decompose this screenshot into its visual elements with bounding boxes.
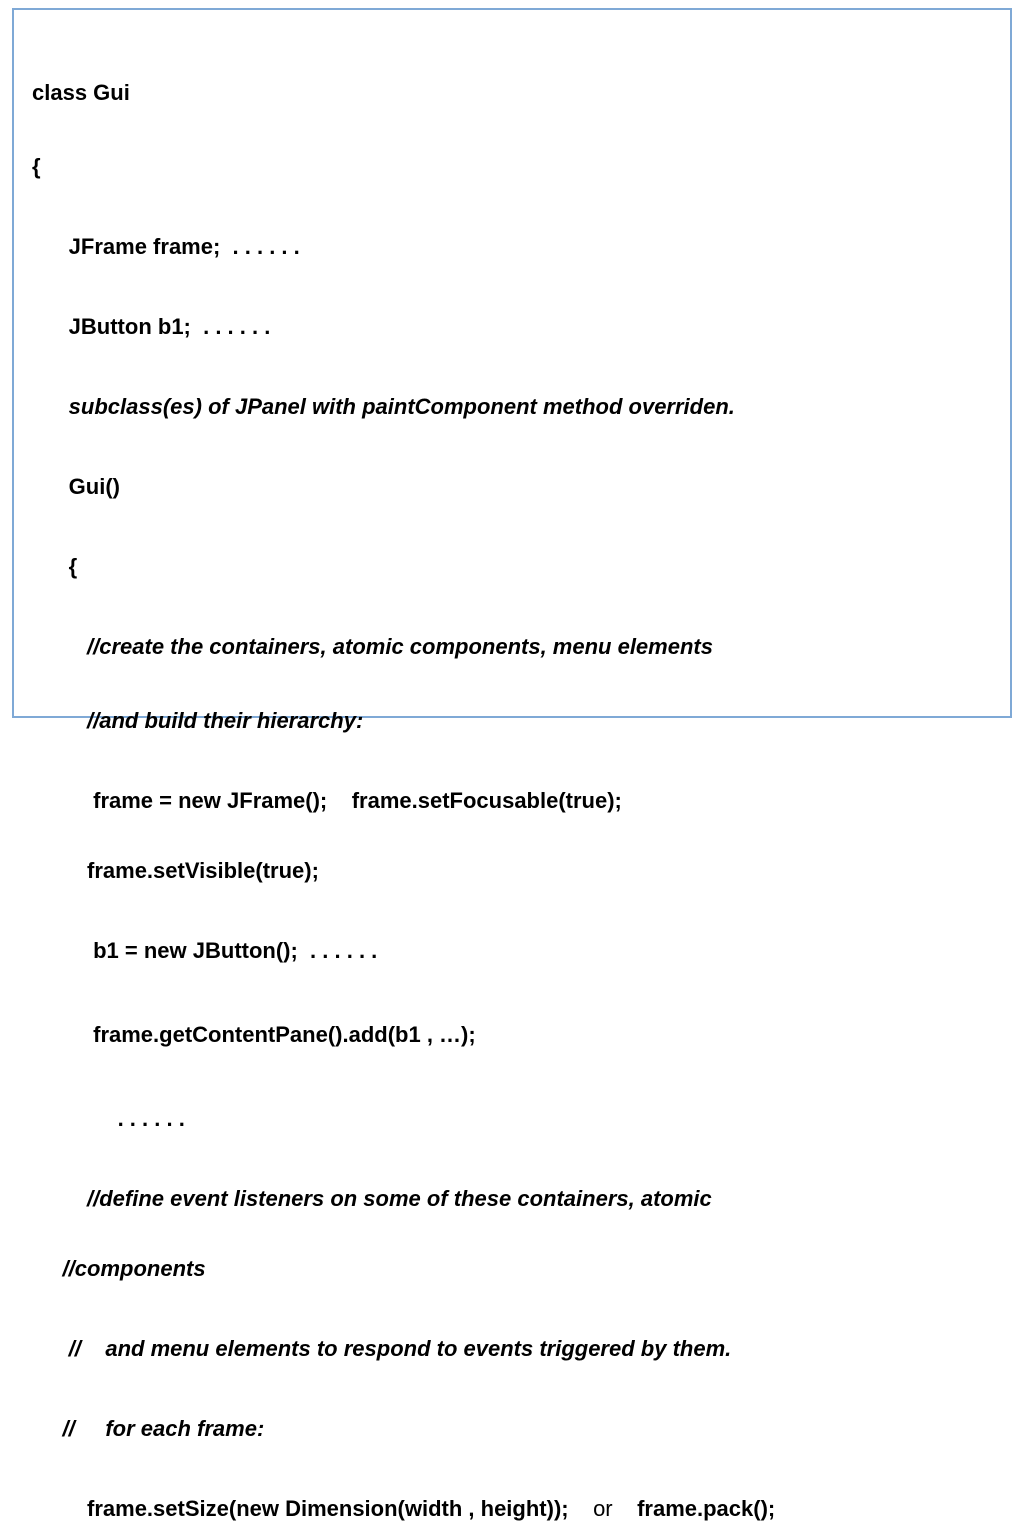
- code-line: . . . . . .: [32, 1108, 992, 1130]
- code-line: {: [32, 156, 992, 178]
- code-line: // for each frame:: [32, 1418, 992, 1440]
- code-line: JFrame frame; . . . . . .: [32, 236, 992, 258]
- code-text: frame.setSize(new Dimension(width , heig…: [32, 1496, 593, 1521]
- code-text-plain: or: [593, 1496, 613, 1521]
- slide-frame: class Gui { JFrame frame; . . . . . . JB…: [12, 8, 1012, 718]
- code-line: frame = new JFrame(); frame.setFocusable…: [32, 790, 992, 812]
- code-line: subclass(es) of JPanel with paintCompone…: [32, 396, 992, 418]
- code-text: frame.pack();: [613, 1496, 776, 1521]
- code-line: {: [32, 556, 992, 578]
- code-line: //define event listeners on some of thes…: [32, 1188, 992, 1210]
- code-line: //and build their hierarchy:: [32, 710, 992, 732]
- code-line: //components: [32, 1258, 992, 1280]
- code-line: Gui(): [32, 476, 992, 498]
- code-line: class Gui: [32, 82, 992, 104]
- code-line: JButton b1; . . . . . .: [32, 316, 992, 338]
- code-line: frame.setSize(new Dimension(width , heig…: [32, 1498, 992, 1520]
- code-line: // and menu elements to respond to event…: [32, 1338, 992, 1360]
- code-line: //create the containers, atomic componen…: [32, 636, 992, 658]
- code-block: class Gui { JFrame frame; . . . . . . JB…: [32, 38, 992, 1536]
- code-line: frame.getContentPane().add(b1 , …);: [32, 1024, 992, 1046]
- code-line: frame.setVisible(true);: [32, 860, 992, 882]
- code-line: b1 = new JButton(); . . . . . .: [32, 940, 992, 962]
